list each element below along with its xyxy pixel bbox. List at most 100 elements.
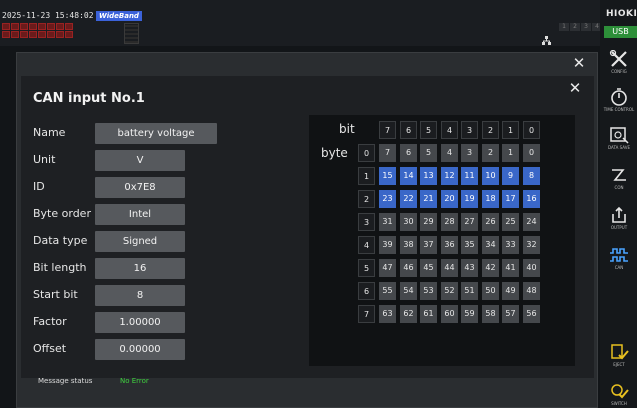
field-label: Name [33, 126, 66, 139]
connection-icon [612, 169, 626, 181]
sidebar-item-con[interactable]: CON [603, 166, 635, 190]
sidebar-item-time-control[interactable]: TIME CONTROL [603, 88, 635, 112]
bit-cell[interactable]: 3 [461, 144, 478, 162]
bit-cell[interactable]: 55 [379, 282, 396, 300]
datetime: 2025-11-23 15:48:02 [2, 11, 94, 20]
bit-cell[interactable]: 54 [400, 282, 417, 300]
bit-header-cell: 7 [379, 121, 396, 139]
bit-cell[interactable]: 26 [482, 213, 499, 231]
bit-cell[interactable]: 2 [482, 144, 499, 162]
bit-cell[interactable]: 50 [482, 282, 499, 300]
bit-cell-selected[interactable]: 14 [400, 167, 417, 185]
bit-cell[interactable]: 42 [482, 259, 499, 277]
bit-cell[interactable]: 31 [379, 213, 396, 231]
bit-cell-selected[interactable]: 10 [482, 167, 499, 185]
bit-cell[interactable]: 25 [502, 213, 519, 231]
bit-cell[interactable]: 7 [379, 144, 396, 162]
byte-index-cell: 0 [358, 144, 375, 162]
bit-cell[interactable]: 29 [420, 213, 437, 231]
byte-index-cell: 3 [358, 213, 375, 231]
bit-cell[interactable]: 38 [400, 236, 417, 254]
bit-cell[interactable]: 30 [400, 213, 417, 231]
bit-cell[interactable]: 49 [502, 282, 519, 300]
bit-cell[interactable]: 58 [482, 305, 499, 323]
dialog-close-button[interactable]: ✕ [565, 78, 585, 98]
bit-cell[interactable]: 1 [502, 144, 519, 162]
sidebar-item-eject[interactable]: EJECT [603, 343, 635, 367]
bit-cell[interactable]: 4 [441, 144, 458, 162]
bit-cell-selected[interactable]: 20 [441, 190, 458, 208]
bit-cell-selected[interactable]: 18 [482, 190, 499, 208]
bit-label: bit [339, 122, 355, 136]
bit-cell[interactable]: 59 [461, 305, 478, 323]
bit-cell[interactable]: 45 [420, 259, 437, 277]
bit-cell-selected[interactable]: 13 [420, 167, 437, 185]
bit-cell[interactable]: 33 [502, 236, 519, 254]
bit-cell[interactable]: 40 [523, 259, 540, 277]
sidebar-item-data-save[interactable]: DATA SAVE [603, 126, 635, 150]
field-label: Data type [33, 234, 88, 247]
data-type-value-button[interactable]: Signed [95, 231, 185, 252]
bit-cell[interactable]: 28 [441, 213, 458, 231]
bit-cell-selected[interactable]: 9 [502, 167, 519, 185]
bit-cell[interactable]: 34 [482, 236, 499, 254]
brand-logo: HIOKI [606, 9, 637, 19]
bit-header-cell: 5 [420, 121, 437, 139]
bit-cell-selected[interactable]: 8 [523, 167, 540, 185]
bit-cell-selected[interactable]: 23 [379, 190, 396, 208]
field-label: Unit [33, 153, 56, 166]
bit-cell[interactable]: 52 [441, 282, 458, 300]
sidebar-item-config[interactable]: CONFIG [603, 50, 635, 74]
bit-cell[interactable]: 48 [523, 282, 540, 300]
factor-value-button[interactable]: 1.00000 [95, 312, 185, 333]
byte-order-value-button[interactable]: Intel [95, 204, 185, 225]
bit-cell[interactable]: 63 [379, 305, 396, 323]
bit-cell[interactable]: 47 [379, 259, 396, 277]
network-icon [542, 36, 551, 45]
bit-cell[interactable]: 53 [420, 282, 437, 300]
bit-cell-selected[interactable]: 21 [420, 190, 437, 208]
bit-cell-selected[interactable]: 17 [502, 190, 519, 208]
bit-cell[interactable]: 39 [379, 236, 396, 254]
message-status-value: No Error [120, 377, 149, 385]
bit-cell-selected[interactable]: 16 [523, 190, 540, 208]
bit-cell[interactable]: 41 [502, 259, 519, 277]
bit-cell[interactable]: 43 [461, 259, 478, 277]
bit-cell[interactable]: 56 [523, 305, 540, 323]
bit-cell-selected[interactable]: 11 [461, 167, 478, 185]
bit-cell[interactable]: 44 [441, 259, 458, 277]
outer-close-button[interactable]: ✕ [569, 53, 589, 73]
sidebar-item-switch[interactable]: SWITCH [603, 382, 635, 406]
bit-cell[interactable]: 61 [420, 305, 437, 323]
field-label: Offset [33, 342, 67, 355]
bit-length-value-button[interactable]: 16 [95, 258, 185, 279]
bit-cell-selected[interactable]: 12 [441, 167, 458, 185]
bit-cell[interactable]: 51 [461, 282, 478, 300]
bit-cell[interactable]: 0 [523, 144, 540, 162]
sidebar-item-can[interactable]: CAN [603, 246, 635, 270]
bit-cell-selected[interactable]: 22 [400, 190, 417, 208]
bit-cell[interactable]: 36 [441, 236, 458, 254]
bit-cell[interactable]: 37 [420, 236, 437, 254]
unit-value-button[interactable]: V [95, 150, 185, 171]
offset-value-button[interactable]: 0.00000 [95, 339, 185, 360]
start-bit-value-button[interactable]: 8 [95, 285, 185, 306]
bit-cell-selected[interactable]: 19 [461, 190, 478, 208]
field-label: Factor [33, 315, 67, 328]
usb-indicator: USB [604, 26, 637, 38]
bit-cell[interactable]: 57 [502, 305, 519, 323]
name-value-button[interactable]: battery voltage [95, 123, 217, 144]
bit-cell[interactable]: 27 [461, 213, 478, 231]
bit-cell-selected[interactable]: 15 [379, 167, 396, 185]
bit-cell[interactable]: 32 [523, 236, 540, 254]
bit-cell[interactable]: 6 [400, 144, 417, 162]
bit-cell[interactable]: 60 [441, 305, 458, 323]
bit-cell[interactable]: 24 [523, 213, 540, 231]
bit-header-cell: 0 [523, 121, 540, 139]
id-value-button[interactable]: 0x7E8 [95, 177, 185, 198]
bit-cell[interactable]: 46 [400, 259, 417, 277]
bit-cell[interactable]: 35 [461, 236, 478, 254]
bit-cell[interactable]: 62 [400, 305, 417, 323]
sidebar-item-output[interactable]: OUTPUT [603, 206, 635, 230]
bit-cell[interactable]: 5 [420, 144, 437, 162]
